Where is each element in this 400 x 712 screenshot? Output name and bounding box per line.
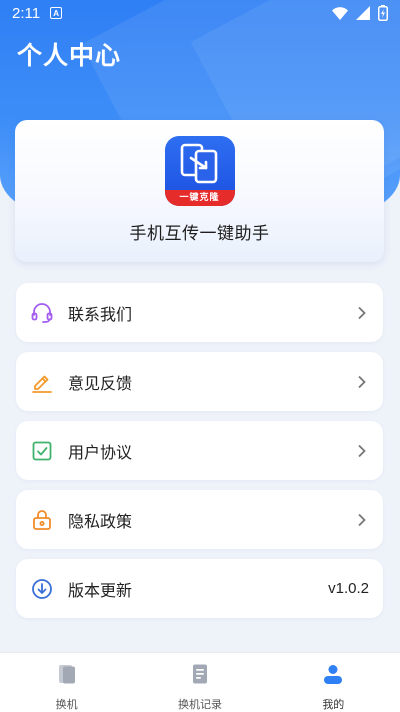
chevron-right-icon <box>355 444 369 458</box>
tab-label: 换机 <box>55 698 78 711</box>
app-logo: 一键克隆 <box>164 136 235 206</box>
menu-item-feedback[interactable]: 意见反馈 <box>16 352 383 411</box>
tab-label: 我的 <box>322 698 345 711</box>
menu-label: 联系我们 <box>68 304 133 324</box>
bottom-tab-bar: 换机 换机记录 我的 <box>0 652 400 712</box>
page-title: 个人中心 <box>17 41 122 70</box>
tab-mine[interactable]: 我的 <box>267 653 400 712</box>
lock-icon <box>30 508 54 532</box>
menu-label: 用户协议 <box>68 442 133 462</box>
menu-label: 版本更新 <box>68 580 133 600</box>
version-value: v1.0.2 <box>328 580 369 597</box>
check-square-icon <box>30 439 54 463</box>
notification-icon: A <box>50 7 63 19</box>
chevron-right-icon <box>355 375 369 389</box>
menu-item-user-agreement[interactable]: 用户协议 <box>16 421 383 480</box>
menu-label: 意见反馈 <box>68 373 133 393</box>
records-icon <box>188 662 212 690</box>
download-circle-icon <box>30 577 54 601</box>
menu-item-contact-us[interactable]: 联系我们 <box>16 283 383 342</box>
phone-icon <box>55 662 79 690</box>
menu-label: 隐私政策 <box>68 511 133 531</box>
menu-item-privacy-policy[interactable]: 隐私政策 <box>16 490 383 549</box>
tab-switch-phone[interactable]: 换机 <box>0 653 133 712</box>
chevron-right-icon <box>355 513 369 527</box>
status-time: 2:11 <box>12 4 41 22</box>
menu-item-version-update[interactable]: 版本更新 v1.0.2 <box>16 559 383 618</box>
transfer-phones-icon <box>180 143 217 184</box>
headset-icon <box>30 301 54 325</box>
user-icon <box>321 662 345 690</box>
pencil-icon <box>30 370 54 394</box>
tab-switch-records[interactable]: 换机记录 <box>133 653 266 712</box>
wifi-icon <box>332 6 348 20</box>
chevron-right-icon <box>355 306 369 320</box>
app-profile-card: 一键克隆 手机互传一键助手 <box>15 120 384 262</box>
signal-icon <box>356 6 370 20</box>
battery-icon <box>378 5 388 21</box>
tab-label: 换机记录 <box>177 698 222 711</box>
status-bar: 2:11 A <box>0 0 400 26</box>
logo-ribbon: 一键克隆 <box>164 190 235 206</box>
app-name: 手机互传一键助手 <box>129 224 270 244</box>
